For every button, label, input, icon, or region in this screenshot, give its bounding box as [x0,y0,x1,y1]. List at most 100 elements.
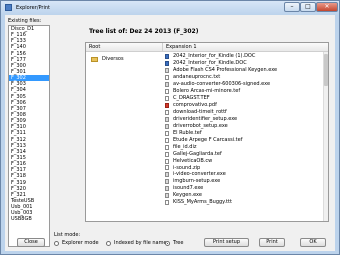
exe-file-icon [165,193,169,199]
app-icon [5,4,12,11]
txt-file-icon [165,130,169,136]
file-name: driverrobot_setup.exe [173,122,228,129]
file-row[interactable]: file_id.diz [165,144,328,151]
root-folder-node[interactable]: Diversos [91,56,124,62]
file-name: andaneuprocnc.txt [173,73,221,80]
file-row[interactable]: 2042_Interior_for_Kindle.DOC [165,60,328,67]
minimize-button[interactable]: – [284,2,300,12]
file-row[interactable]: Bolero Arcas-mi-minore.tef [165,88,328,95]
list-mode-label: List mode: [54,232,81,238]
exe-file-icon [165,116,169,122]
print-button[interactable]: Print [259,238,285,247]
column-header-root[interactable]: Root [86,43,163,52]
vertical-scrollbar[interactable] [323,52,328,221]
exe-file-icon [165,81,169,87]
file-row[interactable]: i-video-converter.exe [165,171,328,178]
txt-file-icon [165,109,169,115]
exe-file-icon [165,123,169,129]
tree-list-title: Tree list of: Dez 24 2013 (F_302) [89,28,199,35]
file-row[interactable]: El Ruble.tef [165,130,328,137]
file-name: i-video-converter.exe [173,171,226,178]
file-name: imgburn-setup.exe [173,178,221,185]
file-name: Keygen.exe [173,192,202,199]
file-row[interactable]: Adobe Flash CS4 Professional Keygen.exe [165,67,328,74]
txt-file-icon [165,144,169,150]
tree-panel: Tree list of: Dez 24 2013 (F_302) Root E… [55,15,335,251]
dialog-client-area: Existing files: Disco_D1 F_116 F_133 F_140 F… [5,15,335,251]
file-name: 2042_Interior_for_Kindle.DOC [173,59,247,66]
doc-file-icon [165,53,169,59]
file-row[interactable]: Keygen.exe [165,192,328,199]
radio-button[interactable] [106,240,111,246]
file-row[interactable]: isound7.exe [165,185,328,192]
doc-file-icon [165,60,169,66]
file-name: 2042_Interior_for_Kindle (1).DOC [173,53,256,59]
file-name: file_id.diz [173,143,197,150]
txt-file-icon [165,137,169,143]
radio-button[interactable] [54,240,59,246]
file-name: KISS_MyArms_Buggy.ttt [173,199,232,206]
existing-files-list[interactable]: Disco_D1 F_116 F_133 F_140 F_156 F_177 F_300 F_… [8,25,50,247]
file-name: Bolero Arcas-mi-minore.tef [173,87,241,94]
radio-explorer-mode[interactable]: Explorer mode [54,240,99,246]
file-row[interactable]: imgburn-setup.exe [165,178,328,185]
explorer-print-window: Explorer/Print – □ ✕ Existing files: Dis… [0,0,340,255]
print-setup-button[interactable]: Print setup [204,238,249,247]
file-row[interactable]: i-sound.zip [165,165,328,172]
maximize-button[interactable]: □ [300,2,316,12]
file-name: Adobe Flash CS4 Professional Keygen.exe [173,66,278,73]
existing-files-label: Existing files: [8,18,42,24]
close-button[interactable]: Close [17,238,45,247]
txt-file-icon [165,95,169,101]
folder-icon [91,56,98,62]
file-row[interactable]: KISS_MyArms_Buggy.ttt [165,199,328,206]
exe-file-icon [165,172,169,178]
file-row[interactable]: driveridentifier_setup.exe [165,116,328,123]
folder-list-item[interactable]: USB8GB [9,216,49,222]
radio-tree[interactable]: Tree [165,240,183,246]
file-row[interactable]: 2042_Interior_for_Kindle (1).DOC [165,53,328,60]
file-name: comprovativo.pdf [173,101,217,108]
file-name: HelveticaOB.cw [173,157,213,164]
file-name: El Ruble.tef [173,129,202,136]
txt-file-icon [165,165,169,171]
radio-button[interactable] [165,240,170,246]
file-row[interactable]: driverrobot_setup.exe [165,123,328,130]
column-header-expansion-1[interactable]: Expansion 1 [163,43,328,52]
window-close-button[interactable]: ✕ [316,2,338,12]
file-row[interactable]: C_DRAGST.TEF [165,95,328,102]
scrollbar-thumb[interactable] [324,54,328,86]
txt-file-icon [165,74,169,80]
file-row[interactable]: av-audio-converter-600306-signed.exe [165,81,328,88]
file-name: download-timeit_rottf [173,108,227,115]
tree-view[interactable]: Root Expansion 1 Diversos 2042_Interior_… [85,42,329,222]
ok-button[interactable]: OK [300,238,326,247]
file-row[interactable]: HelveticaOB.cw [165,158,328,165]
title-bar[interactable]: Explorer/Print – □ ✕ [1,1,339,15]
exe-file-icon [165,186,169,192]
exe-file-icon [165,67,169,73]
file-row[interactable]: download-timeit_rottf [165,109,328,116]
radio-label: Indexed by file name [114,240,167,246]
file-name: av-audio-converter-600306-signed.exe [173,80,271,87]
file-list: 2042_Interior_for_Kindle (1).DOC 2042_Int… [165,53,328,206]
file-name: Gallej-Gagliarda.tef [173,150,222,157]
radio-label: Tree [173,240,184,246]
window-title: Explorer/Print [16,5,51,11]
exe-file-icon [165,179,169,185]
pdf-file-icon [165,102,169,108]
file-name: C_DRAGST.TEF [173,94,210,101]
file-row[interactable]: Etude Arpege F Carcassi.tef [165,137,328,144]
radio-indexed-by-file-name[interactable]: Indexed by file name [106,240,167,246]
file-row[interactable]: comprovativo.pdf [165,102,328,109]
file-name: isound7.exe [173,185,204,192]
root-folder-label: Diversos [102,56,124,62]
txt-file-icon [165,151,169,157]
file-row[interactable]: Gallej-Gagliarda.tef [165,151,328,158]
radio-label: Explorer mode [62,240,99,246]
txt-file-icon [165,158,169,164]
file-name: i-sound.zip [173,164,201,171]
file-name: Etude Arpege F Carcassi.tef [173,136,243,143]
txt-file-icon [165,200,169,206]
file-row[interactable]: andaneuprocnc.txt [165,74,328,81]
